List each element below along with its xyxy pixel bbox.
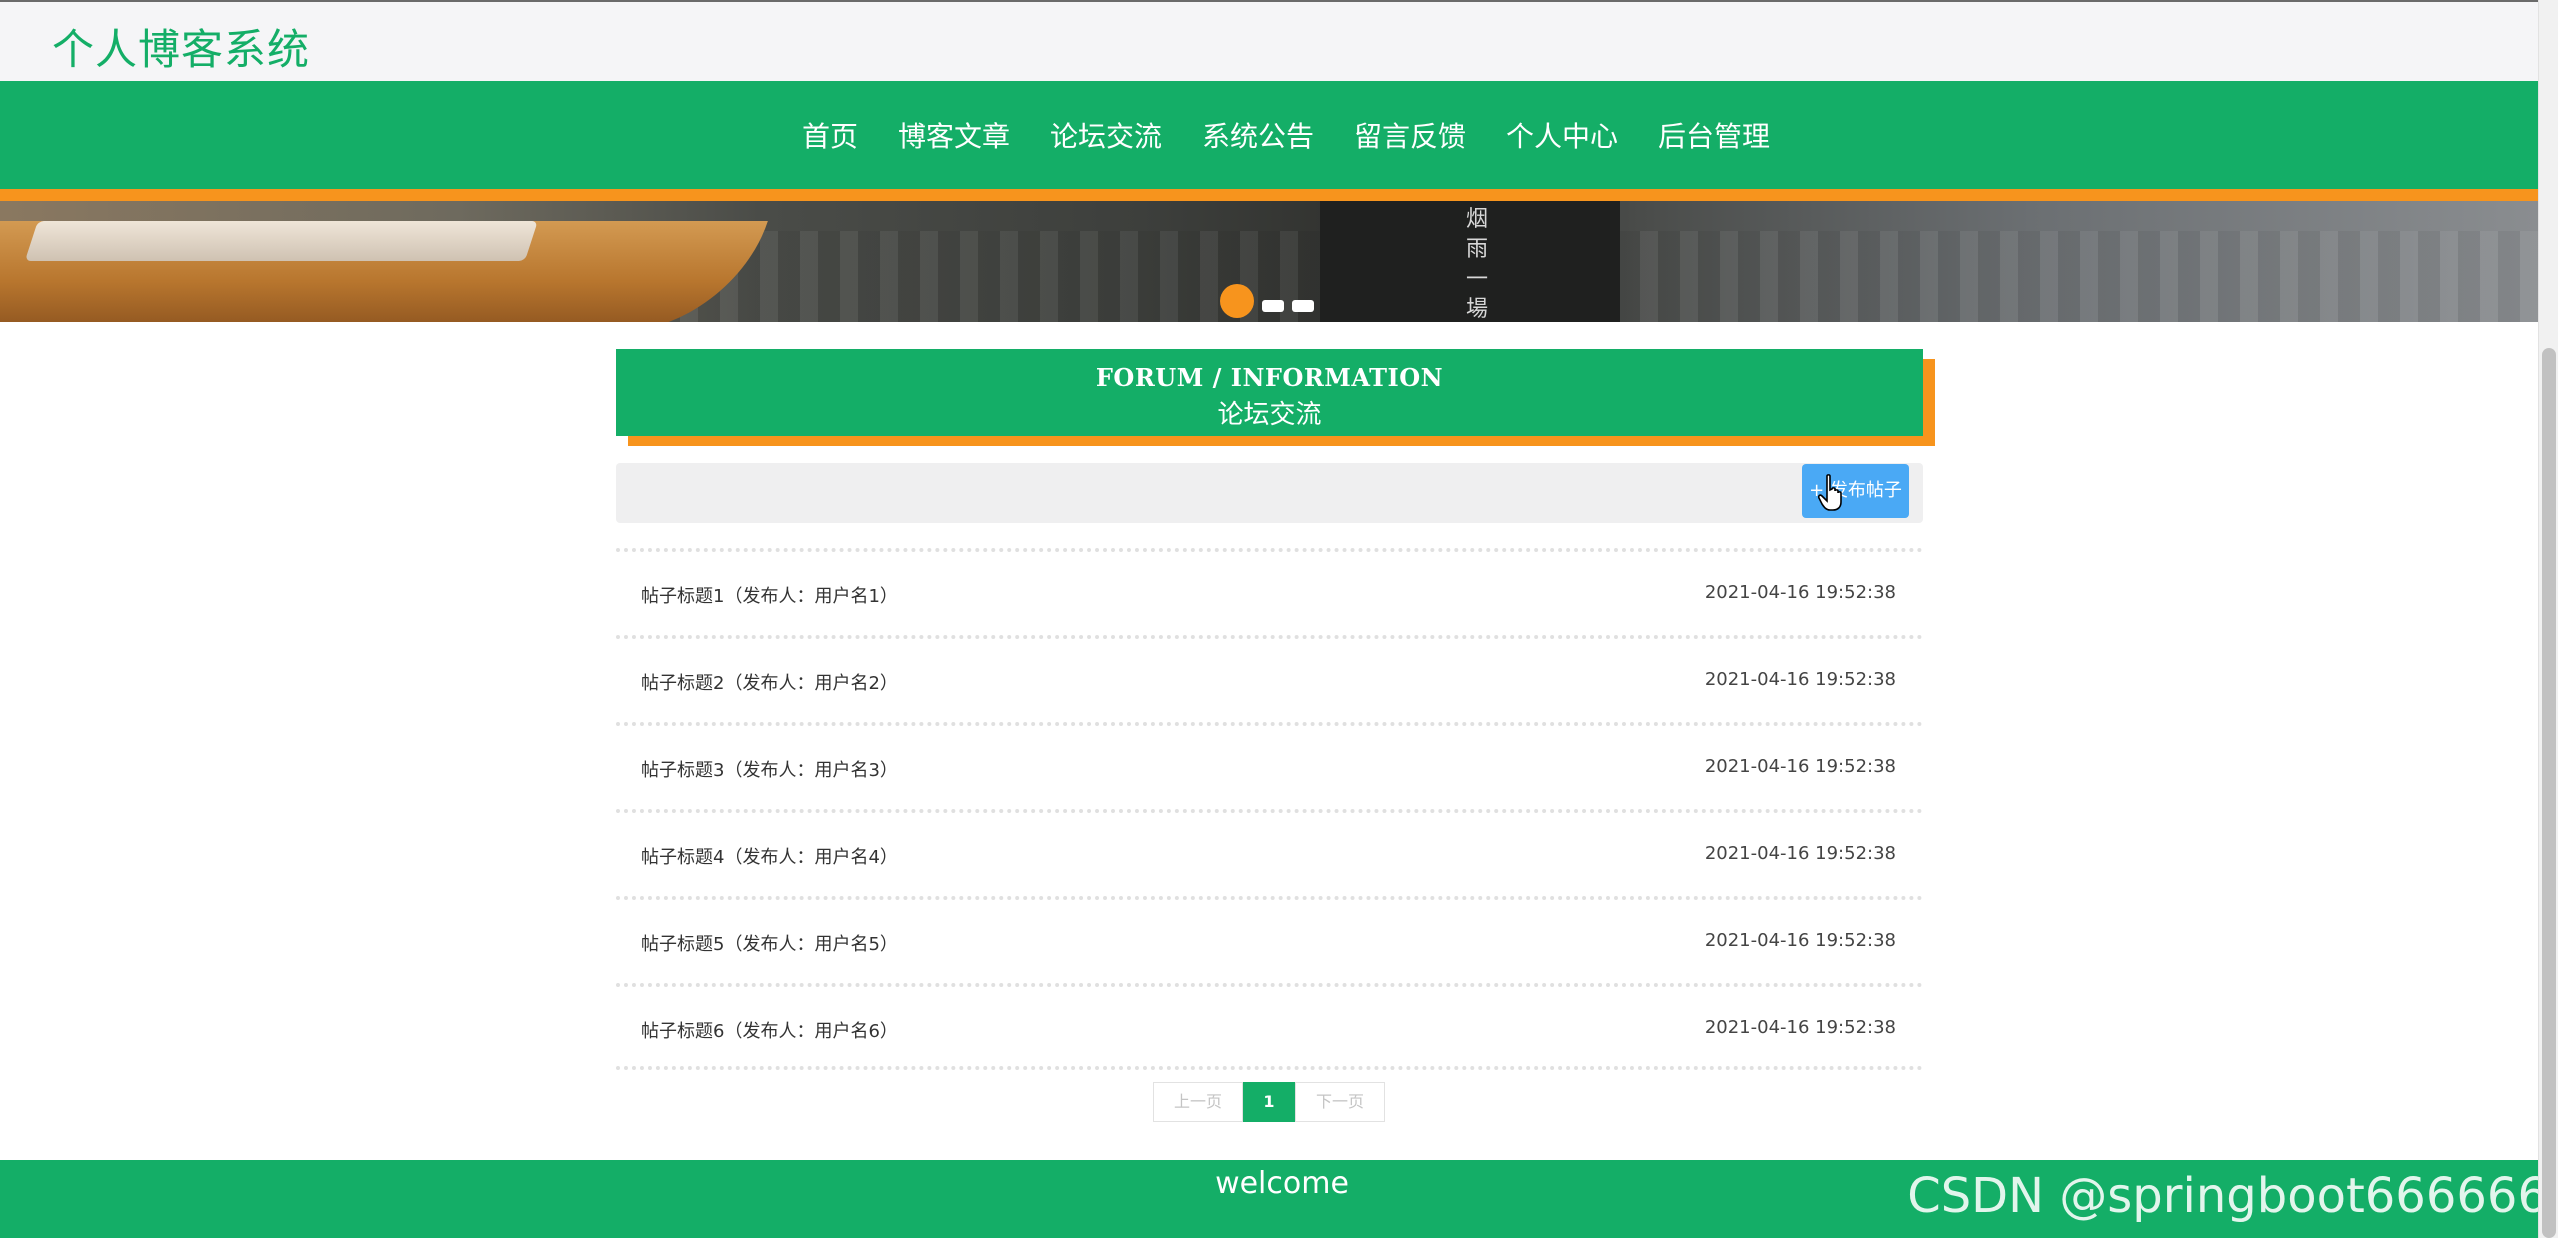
post-title[interactable]: 帖子标题1（发布人：用户名1） — [641, 582, 898, 608]
post-row[interactable]: 帖子标题2（发布人：用户名2） 2021-04-16 19:52:38 — [616, 635, 1923, 722]
forum-toolbar: + 发布帖子 — [616, 463, 1923, 523]
nav-item-profile[interactable]: 个人中心 — [1486, 115, 1638, 155]
nav-item-admin[interactable]: 后台管理 — [1638, 115, 1790, 155]
post-row[interactable]: 帖子标题5（发布人：用户名5） 2021-04-16 19:52:38 — [616, 896, 1923, 983]
site-title[interactable]: 个人博客系统 — [52, 16, 310, 77]
banner-calligraphy: 烟雨一場 — [1465, 207, 1488, 322]
post-row[interactable]: 帖子标题1（发布人：用户名1） 2021-04-16 19:52:38 — [616, 548, 1923, 635]
carousel-indicators — [1220, 284, 1314, 318]
hand-pointer-icon — [1818, 474, 1842, 511]
top-header: 个人博客系统 — [0, 0, 2538, 81]
nav-accent-stripe — [0, 189, 2538, 201]
post-row[interactable]: 帖子标题3（发布人：用户名3） 2021-04-16 19:52:38 — [616, 722, 1923, 809]
next-page-button[interactable]: 下一页 — [1295, 1082, 1385, 1122]
post-title[interactable]: 帖子标题5（发布人：用户名5） — [641, 930, 898, 956]
main-nav: 首页 博客文章 论坛交流 系统公告 留言反馈 个人中心 后台管理 — [0, 81, 2538, 189]
post-title[interactable]: 帖子标题6（发布人：用户名6） — [641, 1017, 898, 1043]
csdn-watermark: CSDN @springboot666666 — [1907, 1168, 2548, 1224]
banner-boat-image — [0, 221, 768, 322]
post-title[interactable]: 帖子标题4（发布人：用户名4） — [641, 843, 898, 869]
section-title-cn: 论坛交流 — [1217, 400, 1322, 430]
post-time: 2021-04-16 19:52:38 — [1704, 669, 1896, 690]
post-time: 2021-04-16 19:52:38 — [1704, 756, 1896, 777]
post-list: 帖子标题1（发布人：用户名1） 2021-04-16 19:52:38 帖子标题… — [616, 548, 1923, 1070]
pagination: 上一页 1 下一页 — [1153, 1082, 1385, 1122]
scrollbar-thumb[interactable] — [2542, 348, 2556, 1238]
nav-item-forum[interactable]: 论坛交流 — [1030, 115, 1182, 155]
post-time: 2021-04-16 19:52:38 — [1704, 843, 1896, 864]
page-scrollbar[interactable] — [2538, 0, 2558, 1238]
post-row[interactable]: 帖子标题6（发布人：用户名6） 2021-04-16 19:52:38 — [616, 983, 1923, 1070]
banner-carousel[interactable]: 烟雨一場 — [0, 201, 2538, 322]
nav-item-feedback[interactable]: 留言反馈 — [1334, 115, 1486, 155]
post-time: 2021-04-16 19:52:38 — [1704, 930, 1896, 951]
carousel-dot[interactable] — [1262, 300, 1284, 312]
section-title-en: FORUM / INFORMATION — [1095, 363, 1444, 392]
post-row[interactable]: 帖子标题4（发布人：用户名4） 2021-04-16 19:52:38 — [616, 809, 1923, 896]
page-number-current[interactable]: 1 — [1243, 1082, 1295, 1122]
post-time: 2021-04-16 19:52:38 — [1704, 1017, 1896, 1038]
nav-item-blog-articles[interactable]: 博客文章 — [878, 115, 1030, 155]
section-header: FORUM / INFORMATION 论坛交流 — [616, 349, 1923, 436]
carousel-dot[interactable] — [1292, 300, 1314, 312]
banner-boat-deck — [24, 221, 538, 261]
prev-page-button[interactable]: 上一页 — [1153, 1082, 1243, 1122]
nav-list: 首页 博客文章 论坛交流 系统公告 留言反馈 个人中心 后台管理 — [0, 81, 2538, 189]
post-time: 2021-04-16 19:52:38 — [1704, 582, 1896, 603]
nav-item-home[interactable]: 首页 — [782, 115, 878, 155]
post-title[interactable]: 帖子标题3（发布人：用户名3） — [641, 756, 898, 782]
post-title[interactable]: 帖子标题2（发布人：用户名2） — [641, 669, 898, 695]
nav-item-announcements[interactable]: 系统公告 — [1182, 115, 1334, 155]
carousel-dot-active[interactable] — [1220, 284, 1254, 318]
